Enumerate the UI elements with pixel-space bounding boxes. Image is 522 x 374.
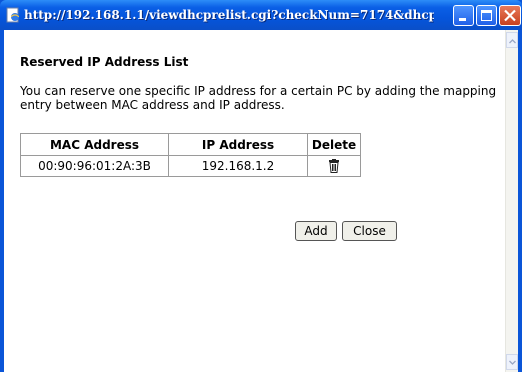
window-title: http://192.168.1.1/viewdhcprelist.cgi?ch… — [24, 8, 434, 22]
minimize-icon — [459, 18, 466, 21]
table-row: 00:90:96:01:2A:3B 192.168.1.2 — [20, 155, 361, 177]
page-title: Reserved IP Address List — [20, 55, 189, 69]
column-header-ip: IP Address — [168, 133, 308, 156]
close-button[interactable]: Close — [342, 221, 397, 241]
ip-address-cell: 192.168.1.2 — [168, 155, 308, 177]
scroll-down-button[interactable] — [506, 354, 518, 370]
ie-page-icon — [6, 7, 20, 23]
add-button[interactable]: Add — [295, 221, 337, 241]
page-description: You can reserve one specific IP address … — [20, 84, 497, 112]
chevron-down-icon — [509, 360, 516, 365]
maximize-icon — [481, 10, 492, 21]
delete-cell — [307, 155, 361, 177]
table-header-row: MAC Address IP Address Delete — [20, 133, 361, 156]
vertical-scrollbar[interactable] — [505, 30, 518, 372]
browser-window: http://192.168.1.1/viewdhcprelist.cgi?ch… — [0, 0, 522, 372]
scroll-up-button[interactable] — [506, 32, 518, 48]
maximize-button[interactable] — [476, 5, 497, 26]
reserved-ip-table: MAC Address IP Address Delete 00:90:96:0… — [20, 133, 361, 177]
window-close-button[interactable] — [499, 5, 521, 26]
title-bar[interactable]: http://192.168.1.1/viewdhcprelist.cgi?ch… — [0, 0, 522, 30]
page-content: Reserved IP Address List You can reserve… — [4, 30, 505, 372]
column-header-delete: Delete — [307, 133, 361, 156]
window-border-right — [518, 30, 522, 372]
column-header-mac: MAC Address — [20, 133, 169, 156]
trash-icon[interactable] — [328, 159, 340, 174]
chevron-up-icon — [509, 39, 516, 44]
minimize-button[interactable] — [453, 5, 474, 26]
close-icon — [504, 9, 516, 22]
mac-address-cell: 00:90:96:01:2A:3B — [20, 155, 169, 177]
